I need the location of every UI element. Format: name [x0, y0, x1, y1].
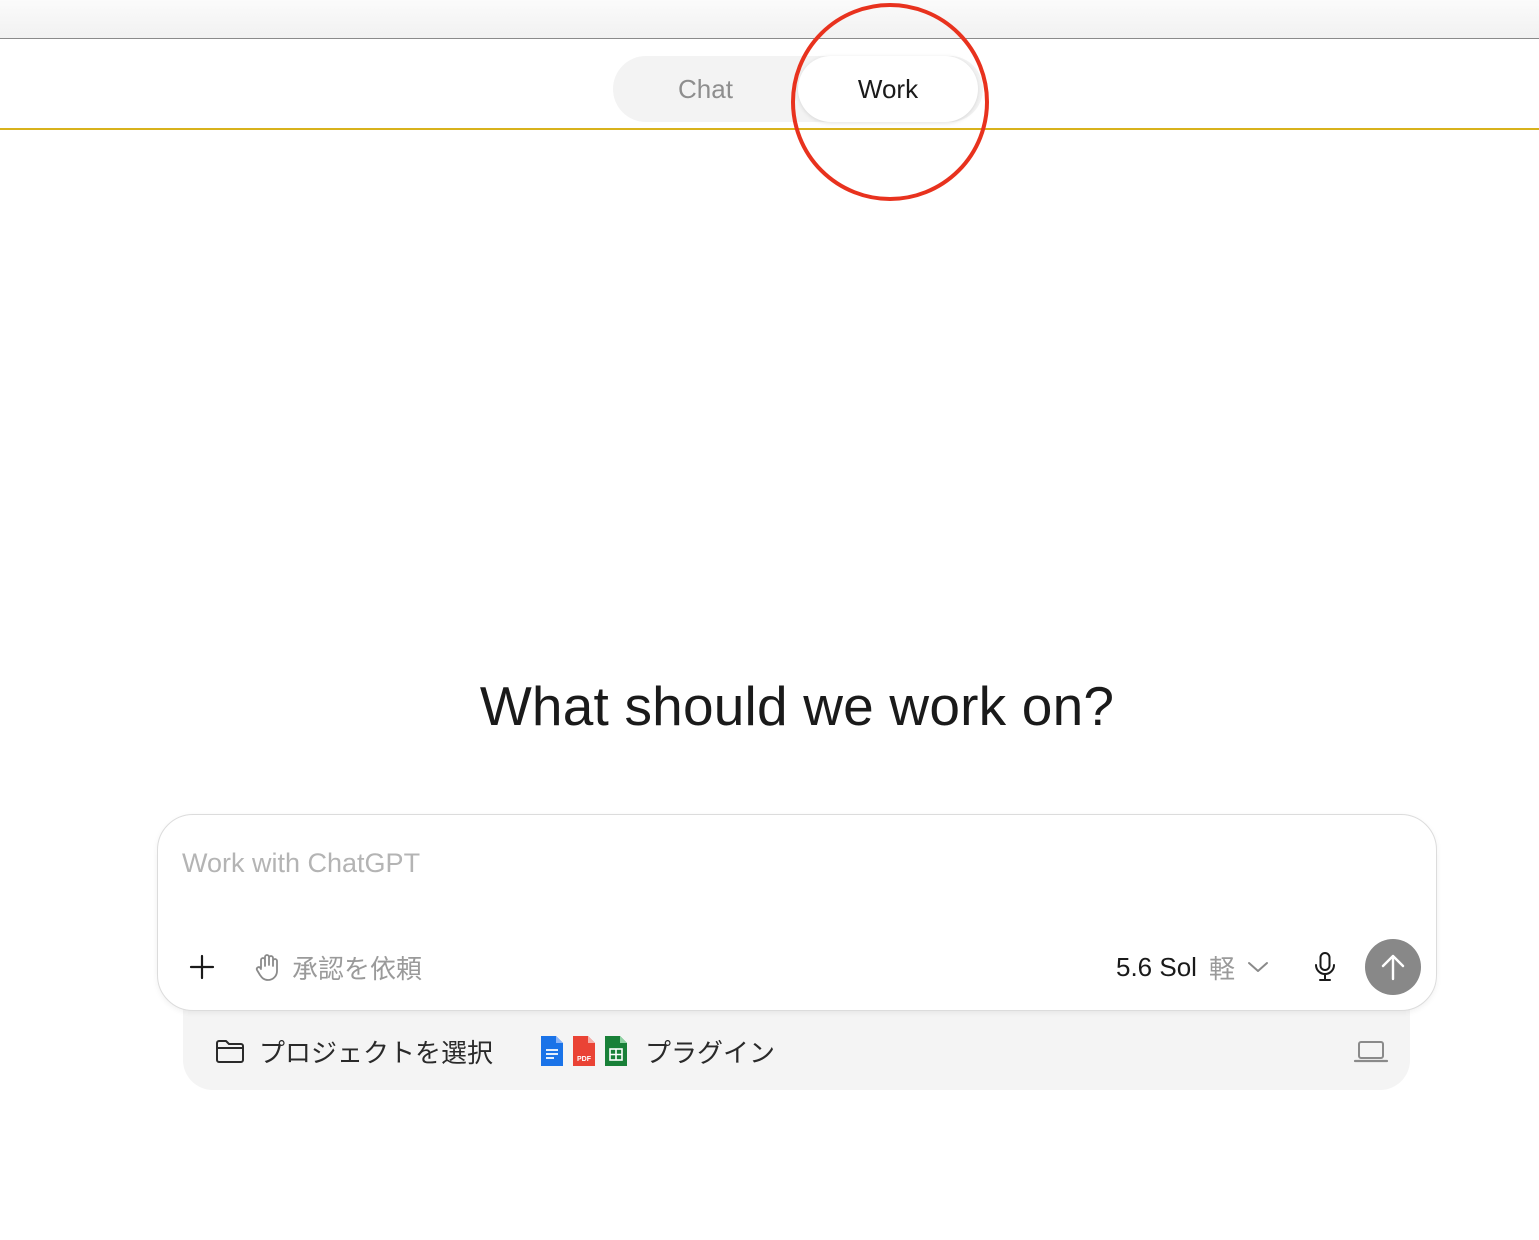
- microphone-button[interactable]: [1305, 947, 1345, 987]
- select-project-button[interactable]: プロジェクトを選択: [215, 1032, 493, 1070]
- plugin-icons: PDF: [537, 1033, 633, 1069]
- plugins-label: プラグイン: [645, 1037, 776, 1068]
- svg-text:PDF: PDF: [577, 1056, 592, 1063]
- page-heading: What should we work on?: [479, 675, 1115, 737]
- send-button[interactable]: [1365, 939, 1421, 995]
- sheets-icon: [605, 1036, 627, 1066]
- composer: 承認を依頼 5.6 Sol 軽: [157, 814, 1437, 1011]
- model-selector[interactable]: 5.6 Sol 軽: [1116, 947, 1269, 987]
- request-approval-label: 承認を依頼: [292, 953, 423, 984]
- laptop-icon: [1353, 1041, 1389, 1063]
- plugins-button[interactable]: PDF プラグイン: [537, 1032, 775, 1070]
- plus-icon: [189, 954, 215, 980]
- model-mode: 軽: [1208, 953, 1235, 984]
- accent-divider: [0, 128, 1539, 130]
- tab-work[interactable]: Work: [798, 56, 978, 122]
- window-title-bar: [0, 0, 1539, 39]
- device-button[interactable]: [1352, 1034, 1390, 1068]
- hand-icon: [255, 954, 278, 981]
- mode-switch: Chat Work: [613, 56, 983, 122]
- microphone-icon: [1315, 952, 1335, 981]
- docs-icon: [541, 1036, 563, 1066]
- request-approval-button[interactable]: 承認を依頼: [254, 947, 422, 987]
- chevron-down-icon: [1247, 962, 1268, 972]
- tab-chat[interactable]: Chat: [613, 56, 798, 122]
- pdf-icon: PDF: [573, 1036, 595, 1066]
- prompt-input[interactable]: [182, 843, 1282, 883]
- arrow-up-icon: [1381, 954, 1405, 981]
- model-name: 5.6 Sol: [1116, 951, 1197, 982]
- folder-icon: [216, 1040, 244, 1063]
- add-button[interactable]: [182, 947, 222, 987]
- select-project-label: プロジェクトを選択: [259, 1037, 494, 1068]
